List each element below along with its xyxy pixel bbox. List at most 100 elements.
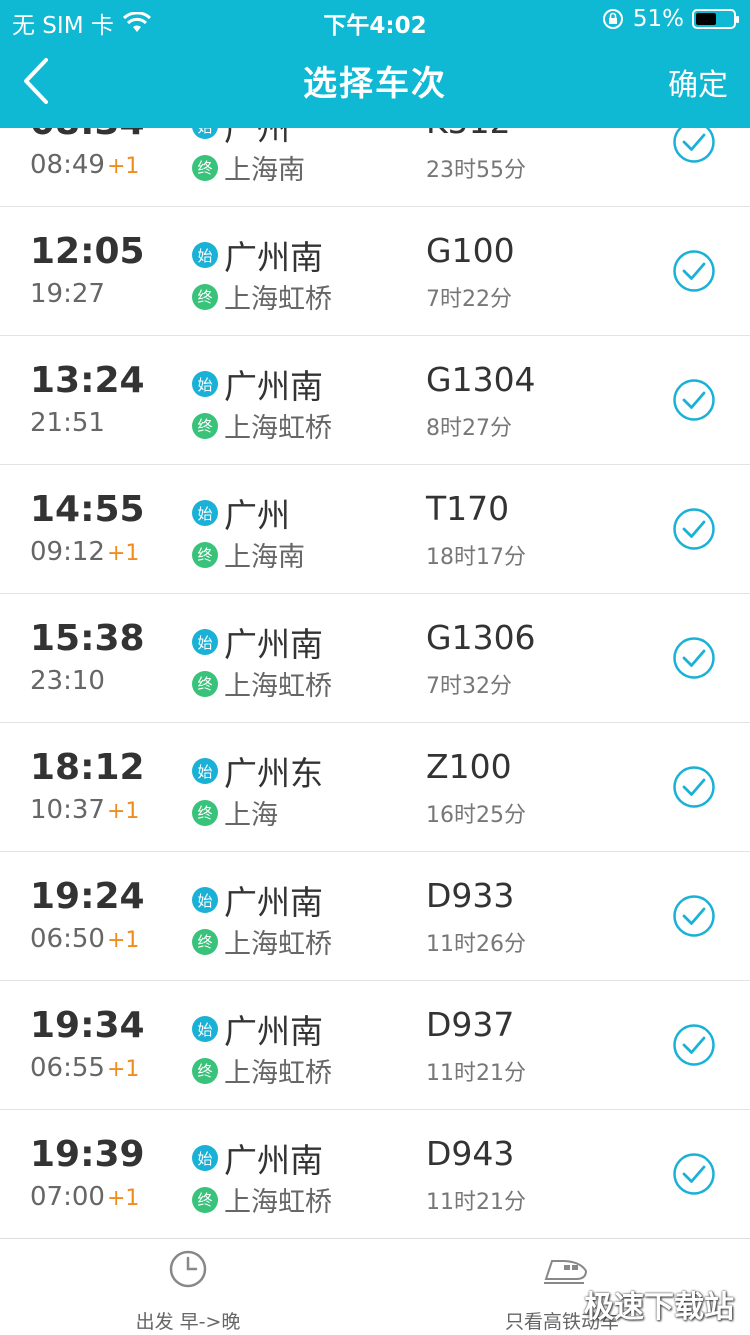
destination-station: 终 上海虹桥 bbox=[192, 922, 332, 961]
travel-duration: 16时25分 bbox=[426, 803, 526, 828]
train-row[interactable]: 14:55 09:12+1 始 广州 终 上海南 T170 18时17分 bbox=[0, 465, 750, 594]
battery-percent: 51% bbox=[632, 6, 684, 32]
arrival-time: 06:50+1 bbox=[30, 924, 139, 954]
start-badge: 始 bbox=[192, 1016, 218, 1042]
train-row[interactable]: 15:38 23:10 始 广州南 终 上海虹桥 G1306 7时32分 bbox=[0, 594, 750, 723]
check-circle-icon[interactable] bbox=[672, 1023, 716, 1067]
start-badge: 始 bbox=[192, 758, 218, 784]
destination-station-name: 上海南 bbox=[224, 542, 305, 573]
train-icon bbox=[544, 1260, 588, 1284]
train-number: D937 bbox=[426, 1005, 515, 1044]
end-badge: 终 bbox=[192, 154, 218, 181]
destination-station-name: 上海虹桥 bbox=[224, 929, 332, 960]
train-number: D943 bbox=[426, 1134, 515, 1173]
departure-time: 13:24 bbox=[30, 360, 145, 401]
end-badge: 终 bbox=[192, 928, 218, 955]
origin-station-name: 广州南 bbox=[224, 238, 323, 277]
departure-time: 19:39 bbox=[30, 1134, 145, 1175]
start-badge: 始 bbox=[192, 500, 218, 526]
next-day-marker: +1 bbox=[106, 799, 140, 824]
next-day-marker: +1 bbox=[106, 928, 140, 953]
destination-station: 终 上海南 bbox=[192, 535, 305, 574]
arrival-time-value: 09:12 bbox=[30, 537, 105, 567]
arrival-time-value: 23:10 bbox=[30, 666, 105, 696]
end-badge: 终 bbox=[192, 1186, 218, 1213]
battery-icon bbox=[692, 9, 739, 29]
destination-station: 终 上海 bbox=[192, 793, 278, 832]
train-row[interactable]: 19:39 07:00+1 始 广州南 终 上海虹桥 D943 11时21分 bbox=[0, 1110, 750, 1239]
arrival-time: 06:55+1 bbox=[30, 1053, 139, 1083]
origin-station: 始 广州南 bbox=[192, 1005, 323, 1053]
next-day-marker: +1 bbox=[106, 154, 140, 179]
departure-time: 12:05 bbox=[30, 231, 145, 272]
travel-duration: 11时21分 bbox=[426, 1061, 526, 1086]
train-number: Z100 bbox=[426, 747, 512, 786]
train-number: G1304 bbox=[426, 360, 536, 399]
destination-station: 终 上海虹桥 bbox=[192, 1051, 332, 1090]
origin-station-name: 广州 bbox=[224, 496, 290, 535]
destination-station-name: 上海虹桥 bbox=[224, 1058, 332, 1089]
arrival-time-value: 06:55 bbox=[30, 1053, 105, 1083]
arrival-time: 19:27 bbox=[30, 279, 107, 309]
status-bar: 无 SIM 卡 下午4:02 51% bbox=[0, 0, 750, 40]
next-day-marker: +1 bbox=[106, 1057, 140, 1082]
travel-duration: 8时27分 bbox=[426, 416, 512, 441]
train-row[interactable]: 12:05 19:27 始 广州南 终 上海虹桥 G100 7时22分 bbox=[0, 207, 750, 336]
origin-station: 始 广州东 bbox=[192, 747, 323, 795]
origin-station: 始 广州南 bbox=[192, 618, 323, 666]
travel-duration: 23时55分 bbox=[426, 158, 526, 183]
confirm-button[interactable]: 确定 bbox=[668, 60, 728, 104]
check-circle-icon[interactable] bbox=[672, 249, 716, 293]
destination-station: 终 上海虹桥 bbox=[192, 406, 332, 445]
check-circle-icon[interactable] bbox=[672, 636, 716, 680]
check-circle-icon[interactable] bbox=[672, 507, 716, 551]
check-circle-icon[interactable] bbox=[672, 894, 716, 938]
start-badge: 始 bbox=[192, 242, 218, 268]
travel-duration: 18时17分 bbox=[426, 545, 526, 570]
nav-bar: 选择车次 确定 bbox=[0, 40, 750, 128]
origin-station-name: 广州南 bbox=[224, 1141, 323, 1180]
travel-duration: 7时32分 bbox=[426, 674, 512, 699]
next-day-marker: +1 bbox=[106, 541, 140, 566]
destination-station: 终 上海虹桥 bbox=[192, 664, 332, 703]
page-title: 选择车次 bbox=[303, 64, 447, 104]
train-row[interactable]: 13:24 21:51 始 广州南 终 上海虹桥 G1304 8时27分 bbox=[0, 336, 750, 465]
destination-station: 终 上海虹桥 bbox=[192, 1180, 332, 1219]
departure-time: 15:38 bbox=[30, 618, 145, 659]
destination-station-name: 上海 bbox=[224, 800, 278, 831]
check-circle-icon[interactable] bbox=[672, 1152, 716, 1196]
train-row[interactable]: 19:24 06:50+1 始 广州南 终 上海虹桥 D933 11时26分 bbox=[0, 852, 750, 981]
check-circle-icon[interactable] bbox=[672, 378, 716, 422]
destination-station-name: 上海虹桥 bbox=[224, 284, 332, 315]
arrival-time-value: 21:51 bbox=[30, 408, 105, 438]
end-badge: 终 bbox=[192, 1057, 218, 1084]
end-badge: 终 bbox=[192, 670, 218, 697]
end-badge: 终 bbox=[192, 799, 218, 826]
start-badge: 始 bbox=[192, 1145, 218, 1171]
next-day-marker: +1 bbox=[106, 1186, 140, 1211]
origin-station: 始 广州南 bbox=[192, 231, 323, 279]
destination-station-name: 上海虹桥 bbox=[224, 413, 332, 444]
arrival-time: 21:51 bbox=[30, 408, 107, 438]
destination-station-name: 上海南 bbox=[224, 155, 305, 186]
destination-station: 终 上海虹桥 bbox=[192, 277, 332, 316]
sort-departure-tab[interactable]: 出发 早->晚 bbox=[88, 1239, 288, 1335]
clock-icon bbox=[169, 1250, 207, 1288]
train-row[interactable]: 19:34 06:55+1 始 广州南 终 上海虹桥 D937 11时21分 bbox=[0, 981, 750, 1110]
departure-time: 18:12 bbox=[30, 747, 145, 788]
check-circle-icon[interactable] bbox=[672, 765, 716, 809]
sort-label: 出发 早->晚 bbox=[135, 1311, 241, 1333]
arrival-time-value: 10:37 bbox=[30, 795, 105, 825]
departure-time: 19:34 bbox=[30, 1005, 145, 1046]
travel-duration: 11时26分 bbox=[426, 932, 526, 957]
destination-station-name: 上海虹桥 bbox=[224, 671, 332, 702]
train-row[interactable]: 18:12 10:37+1 始 广州东 终 上海 Z100 16时25分 bbox=[0, 723, 750, 852]
train-list: 08:34 08:49+1 始 广州 终 上海南 K512 23时55分 12:… bbox=[0, 78, 750, 1239]
origin-station: 始 广州南 bbox=[192, 360, 323, 408]
origin-station-name: 广州南 bbox=[224, 367, 323, 406]
start-badge: 始 bbox=[192, 371, 218, 397]
destination-station: 终 上海南 bbox=[192, 148, 305, 187]
train-number: G100 bbox=[426, 231, 515, 270]
train-number: T170 bbox=[426, 489, 510, 528]
arrival-time: 23:10 bbox=[30, 666, 107, 696]
